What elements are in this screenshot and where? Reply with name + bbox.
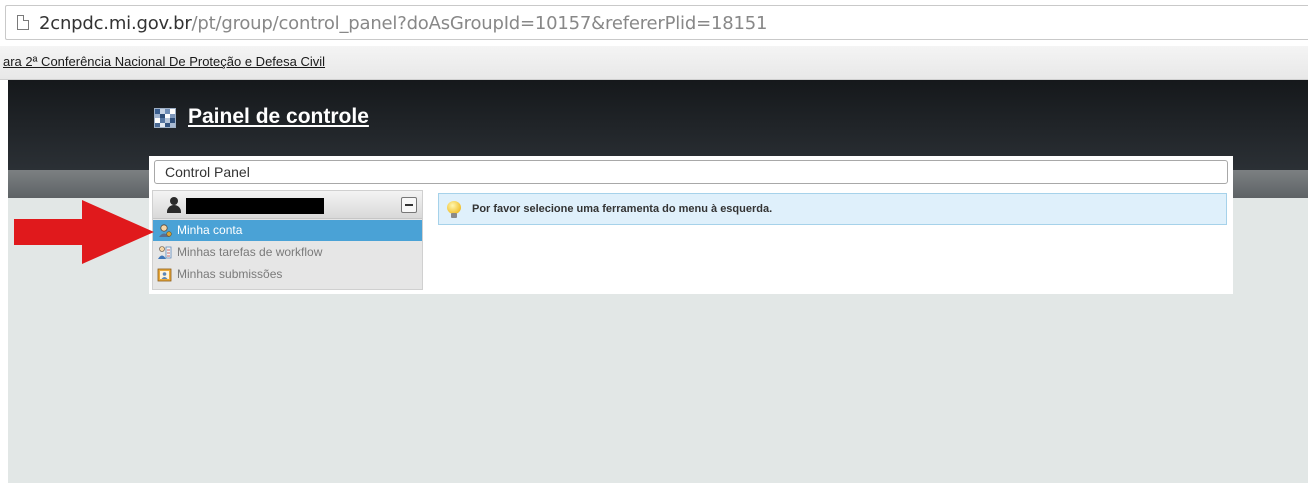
url-text[interactable]: 2cnpdc.mi.gov.br/pt/group/control_panel?… bbox=[39, 13, 767, 34]
submissions-icon bbox=[157, 268, 172, 282]
url-path: /pt/group/control_panel?doAsGroupId=1015… bbox=[191, 13, 768, 34]
info-message-text: Por favor selecione uma ferramenta do me… bbox=[472, 203, 773, 215]
user-settings-icon bbox=[159, 224, 172, 237]
menu-item-submissions[interactable]: Minhas submissões bbox=[153, 264, 422, 285]
page-title[interactable]: Painel de controle bbox=[188, 105, 369, 129]
bookmark-bar: ara 2ª Conferência Nacional De Proteção … bbox=[0, 46, 1308, 80]
user-icon bbox=[167, 197, 181, 213]
page-icon bbox=[17, 15, 29, 30]
breadcrumb: Control Panel bbox=[154, 160, 1228, 184]
redacted-username bbox=[186, 198, 324, 214]
collapse-button[interactable] bbox=[401, 197, 417, 213]
breadcrumb-label[interactable]: Control Panel bbox=[165, 164, 250, 180]
menu-item-label: Minha conta bbox=[177, 223, 243, 237]
red-arrow-annotation bbox=[14, 200, 154, 264]
lightbulb-icon bbox=[447, 201, 461, 219]
menu-item-label: Minhas submissões bbox=[177, 267, 283, 281]
bookmark-link[interactable]: ara 2ª Conferência Nacional De Proteção … bbox=[3, 54, 325, 69]
address-bar: 2cnpdc.mi.gov.br/pt/group/control_panel?… bbox=[0, 0, 1308, 46]
user-menu: Minha conta Minhas tarefas de workflow M… bbox=[152, 190, 423, 290]
workflow-tasks-icon bbox=[158, 246, 172, 259]
url-field[interactable]: 2cnpdc.mi.gov.br/pt/group/control_panel?… bbox=[5, 5, 1308, 40]
user-menu-header bbox=[153, 191, 422, 219]
control-panel-logo-icon bbox=[154, 108, 176, 128]
info-message-box: Por favor selecione uma ferramenta do me… bbox=[438, 193, 1227, 225]
menu-item-label: Minhas tarefas de workflow bbox=[177, 245, 323, 259]
menu-item-minha-conta[interactable]: Minha conta bbox=[153, 220, 422, 241]
url-host: 2cnpdc.mi.gov.br bbox=[39, 13, 192, 34]
menu-item-workflow-tasks[interactable]: Minhas tarefas de workflow bbox=[153, 242, 422, 263]
